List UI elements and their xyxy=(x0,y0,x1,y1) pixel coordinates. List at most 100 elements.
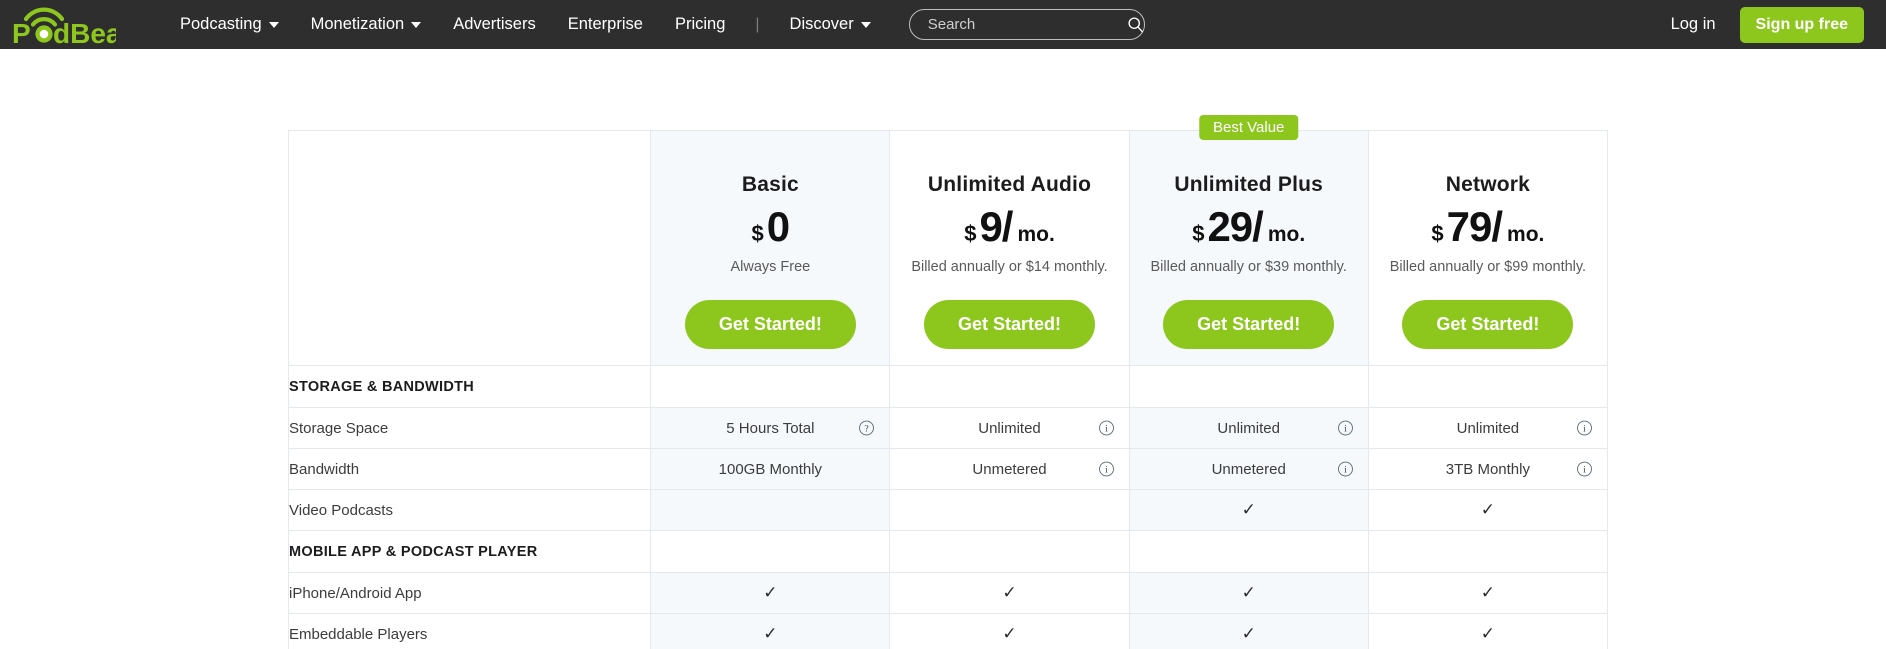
table-row: Storage Space 5 Hours Total? Unlimited i Unl… xyxy=(287,407,1609,449)
feature-label: Video Podcasts xyxy=(287,489,652,531)
table-row: Video Podcasts ✓ ✓ xyxy=(287,489,1609,531)
signup-free-button[interactable]: Sign up free xyxy=(1739,6,1864,43)
plan-header-0: Basic $0 Always Free Get Started! xyxy=(650,130,891,366)
feature-value: Unmetered xyxy=(1211,460,1286,478)
svg-text:i: i xyxy=(1583,424,1586,435)
nav-right-actions: Log in Sign up free xyxy=(1671,6,1864,43)
nav-item-podcasting[interactable]: Podcasting xyxy=(164,0,295,49)
feature-label: Embeddable Players xyxy=(287,613,652,649)
feature-label: iPhone/Android App xyxy=(287,572,652,614)
plan-price-3: $79/mo. xyxy=(1369,206,1607,248)
feature-label: Storage Space xyxy=(287,407,652,449)
feature-value-cell: ✓ xyxy=(1128,572,1369,614)
chevron-down-icon xyxy=(268,21,279,28)
section-spacer-cell xyxy=(650,530,891,573)
feature-value-cell: ✓ xyxy=(650,613,891,649)
section-spacer-cell xyxy=(889,365,1130,408)
svg-text:i: i xyxy=(1105,465,1108,476)
podbean-logo[interactable]: P dBean xyxy=(8,5,116,45)
nav-item-discover[interactable]: Discover xyxy=(774,0,887,49)
plan-billing-note-0: Always Free xyxy=(730,259,811,275)
section-heading-row: STORAGE & BANDWIDTH xyxy=(287,365,1609,408)
check-icon: ✓ xyxy=(763,624,778,643)
price-amount: 0 xyxy=(766,203,790,250)
plan-price-1: $9/mo. xyxy=(890,206,1128,248)
feature-value-cell xyxy=(889,489,1130,531)
best-value-badge: Best Value xyxy=(1198,115,1299,140)
svg-text:dBean: dBean xyxy=(53,18,116,45)
get-started-button-2[interactable]: Get Started! xyxy=(1163,300,1335,349)
price-currency: $ xyxy=(1431,221,1444,246)
feature-value-cell: Unlimited i xyxy=(1128,407,1369,449)
price-amount: 29/ xyxy=(1207,203,1263,250)
check-icon: ✓ xyxy=(1480,500,1496,519)
feature-label: Bandwidth xyxy=(287,448,652,490)
check-icon: ✓ xyxy=(1241,624,1256,643)
price-amount: 79/ xyxy=(1446,203,1503,250)
section-title-0: STORAGE & BANDWIDTH xyxy=(287,365,652,408)
feature-value: Unmetered xyxy=(972,460,1047,478)
check-icon: ✓ xyxy=(1241,583,1256,602)
get-started-button-1[interactable]: Get Started! xyxy=(924,300,1096,349)
check-icon: ✓ xyxy=(1480,624,1496,643)
info-icon[interactable]: i xyxy=(1576,420,1593,437)
search-box[interactable] xyxy=(908,9,1145,40)
nav-item-advertisers-label: Advertisers xyxy=(453,15,536,33)
section-spacer-cell xyxy=(1367,365,1609,408)
svg-text:i: i xyxy=(1344,465,1347,476)
feature-value-cell: ✓ xyxy=(1128,613,1369,649)
feature-value-cell: ✓ xyxy=(889,613,1130,649)
plan-billing-note-1: Billed annually or $14 monthly. xyxy=(911,259,1108,275)
podbean-logo-icon: P dBean xyxy=(12,7,116,45)
section-title-1: MOBILE APP & PODCAST PLAYER xyxy=(287,530,652,573)
nav-item-monetization[interactable]: Monetization xyxy=(295,0,438,49)
nav-links: Podcasting Monetization Advertisers Ente… xyxy=(164,0,887,49)
section-spacer-cell xyxy=(1128,530,1369,573)
plan-header-2: Best Value Unlimited Plus $29/mo. Billed an… xyxy=(1128,115,1369,366)
info-icon[interactable]: i xyxy=(1337,461,1354,478)
login-link[interactable]: Log in xyxy=(1671,15,1716,34)
feature-value-cell: ✓ xyxy=(1367,489,1609,531)
info-icon[interactable]: i xyxy=(1098,420,1115,437)
check-icon: ✓ xyxy=(763,583,778,602)
search-input[interactable] xyxy=(927,16,1127,33)
price-period: mo. xyxy=(1017,223,1055,246)
svg-text:i: i xyxy=(1344,424,1347,435)
svg-text:i: i xyxy=(1105,424,1108,435)
feature-value-cell: Unmetered i xyxy=(1128,448,1369,490)
plan-name-1: Unlimited Audio xyxy=(927,173,1092,196)
nav-item-enterprise-label: Enterprise xyxy=(567,15,643,33)
chevron-down-icon xyxy=(860,21,871,28)
feature-value-cell: 5 Hours Total? xyxy=(650,407,891,449)
nav-item-pricing[interactable]: Pricing xyxy=(659,0,741,49)
get-started-button-3[interactable]: Get Started! xyxy=(1402,300,1574,349)
nav-item-advertisers[interactable]: Advertisers xyxy=(437,0,552,49)
header-blank-cell xyxy=(287,130,652,366)
table-row: Embeddable Players ✓ ✓ ✓ ✓ xyxy=(287,613,1609,649)
plan-name-3: Network xyxy=(1445,173,1531,196)
feature-value-cell: Unlimited i xyxy=(889,407,1130,449)
price-currency: $ xyxy=(751,221,764,246)
info-icon[interactable]: i xyxy=(1337,420,1354,437)
plan-price-0: $0 xyxy=(651,206,889,248)
pricing-comparison-table: Basic $0 Always Free Get Started! Unlimited … xyxy=(287,115,1609,649)
price-period: mo. xyxy=(1507,223,1545,246)
info-icon[interactable]: i xyxy=(1576,461,1593,478)
top-navigation-bar: P dBean Podcasting Monetization Advertis… xyxy=(0,0,1886,49)
feature-value-cell: ✓ xyxy=(1367,613,1609,649)
section-spacer-cell xyxy=(650,365,891,408)
price-currency: $ xyxy=(1192,221,1205,246)
svg-text:P: P xyxy=(12,18,31,45)
info-icon[interactable]: i xyxy=(1098,461,1115,478)
search-icon[interactable] xyxy=(1127,16,1144,33)
nav-item-enterprise[interactable]: Enterprise xyxy=(552,0,659,49)
check-icon: ✓ xyxy=(1002,583,1017,602)
section-spacer-cell xyxy=(1128,365,1369,408)
plan-billing-note-3: Billed annually or $99 monthly. xyxy=(1389,259,1587,275)
svg-text:?: ? xyxy=(865,424,869,435)
feature-value-cell: ✓ xyxy=(889,572,1130,614)
get-started-button-0[interactable]: Get Started! xyxy=(684,300,856,349)
price-amount: 9/ xyxy=(979,203,1013,250)
question-icon[interactable]: ? xyxy=(858,420,875,437)
plan-billing-note-2: Billed annually or $39 monthly. xyxy=(1150,259,1347,275)
